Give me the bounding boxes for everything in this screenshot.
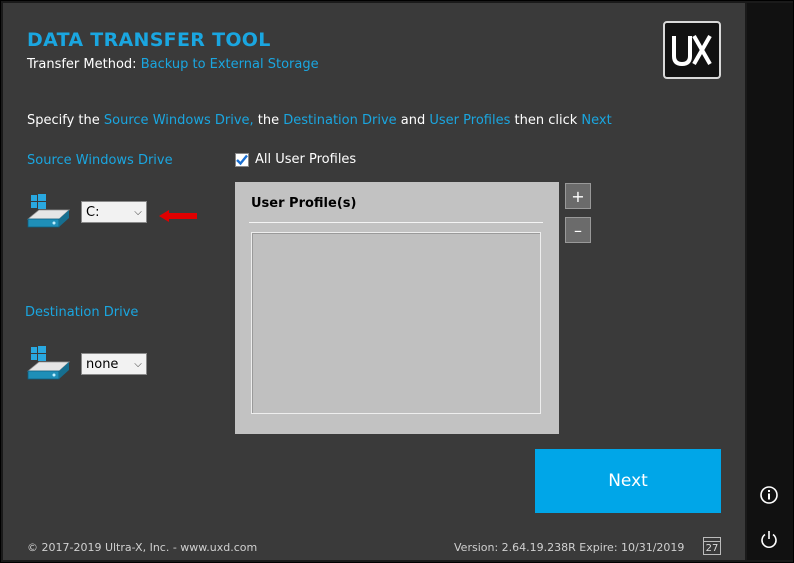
windows-drive-icon	[25, 193, 71, 233]
chevron-down-icon: ⌵	[134, 206, 142, 218]
all-user-profiles-checkbox[interactable]	[235, 152, 249, 167]
source-drive-select[interactable]: C: ⌵	[81, 201, 147, 223]
main-panel: DATA TRANSFER TOOL Transfer Method: Back…	[3, 3, 745, 560]
add-profile-button[interactable]: +	[565, 183, 591, 209]
destination-drive-select[interactable]: none ⌵	[81, 353, 147, 375]
red-arrow-icon	[159, 207, 199, 226]
destination-drive-label: Destination Drive	[25, 305, 139, 320]
user-profiles-header: User Profile(s)	[251, 196, 357, 211]
all-user-profiles-label: All User Profiles	[255, 152, 357, 167]
calendar-icon: 27	[703, 537, 721, 555]
ux-logo-icon	[663, 21, 721, 79]
info-icon[interactable]	[759, 485, 779, 505]
instruction-part: Specify the	[27, 113, 104, 128]
instruction-part: then click	[510, 113, 582, 128]
app-title: DATA TRANSFER TOOL	[27, 29, 271, 51]
all-user-profiles-toggle[interactable]: All User Profiles	[235, 152, 356, 167]
source-drive-label: Source Windows Drive	[27, 153, 173, 168]
transfer-method-label: Transfer Method:	[27, 57, 137, 72]
instruction-destination: Destination Drive	[283, 113, 397, 128]
instruction-part: the	[253, 113, 284, 128]
version-text: Version: 2.64.19.238R Expire: 10/31/2019	[454, 541, 685, 554]
instruction-source: Source Windows Drive,	[103, 113, 254, 128]
checkmark-icon	[236, 154, 248, 165]
minus-icon: –	[574, 220, 582, 240]
calendar-day: 27	[705, 543, 719, 554]
next-button[interactable]: Next	[535, 449, 721, 513]
plus-icon: +	[571, 186, 585, 206]
chevron-down-icon: ⌵	[134, 358, 142, 370]
windows-drive-icon	[25, 345, 71, 385]
instruction-text: Specify the Source Windows Drive, the De…	[27, 113, 612, 128]
divider	[249, 222, 543, 223]
power-icon[interactable]	[759, 529, 779, 549]
user-profiles-list[interactable]	[251, 232, 541, 414]
remove-profile-button[interactable]: –	[565, 217, 591, 243]
instruction-next: Next	[581, 113, 612, 128]
source-drive-value: C:	[86, 204, 100, 220]
destination-drive-value: none	[86, 356, 119, 372]
side-bar	[747, 3, 793, 560]
instruction-part: and	[396, 113, 430, 128]
transfer-method: Transfer Method: Backup to External Stor…	[27, 57, 319, 72]
transfer-method-value: Backup to External Storage	[140, 57, 319, 72]
instruction-profiles: User Profiles	[429, 113, 511, 128]
copyright-text: © 2017-2019 Ultra-X, Inc. - www.uxd.com	[27, 541, 258, 554]
user-profiles-panel: User Profile(s)	[235, 182, 559, 434]
app-window: DATA TRANSFER TOOL Transfer Method: Back…	[0, 0, 794, 563]
